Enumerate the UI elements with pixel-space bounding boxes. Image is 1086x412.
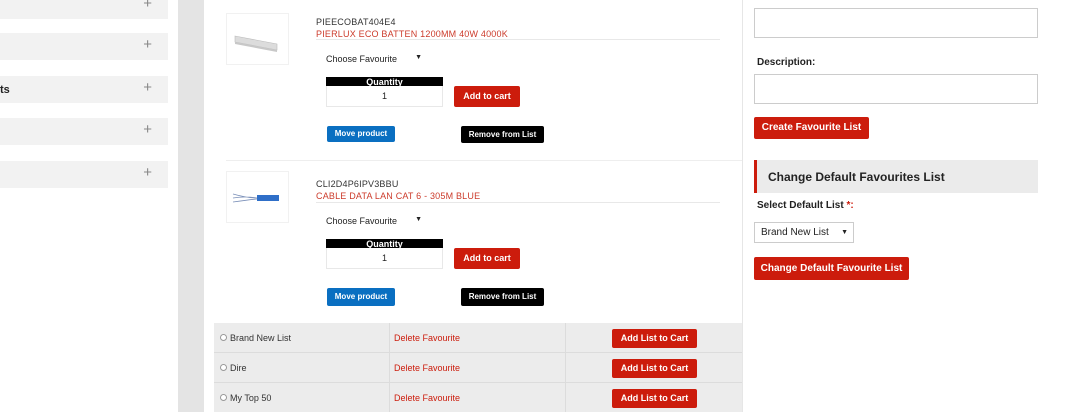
- sidebar-item[interactable]: ts +: [0, 76, 168, 103]
- choose-favourite-select[interactable]: Choose Favourite ▼: [326, 216, 426, 232]
- sidebar-item[interactable]: +: [0, 161, 168, 188]
- list-name: Brand New List: [230, 333, 292, 343]
- description-input[interactable]: [754, 74, 1038, 104]
- delete-favourite-link[interactable]: Delete Favourite: [394, 363, 460, 373]
- table-row: My Top 50 Delete Favourite Add List to C…: [214, 383, 742, 412]
- delete-cell: Delete Favourite: [390, 323, 566, 353]
- list-radio[interactable]: [220, 394, 227, 401]
- batten-light-icon: [234, 35, 278, 52]
- add-list-to-cart-button[interactable]: Add List to Cart: [612, 359, 697, 378]
- list-name: My Top 50: [230, 393, 272, 403]
- expand-plus-icon[interactable]: +: [143, 121, 152, 138]
- choose-favourite-select[interactable]: Choose Favourite ▼: [326, 54, 426, 70]
- choose-favourite-value: Choose Favourite: [326, 54, 398, 64]
- default-list-value: Brand New List: [761, 227, 829, 238]
- sidebar-item[interactable]: +: [0, 0, 168, 19]
- product-sku: PIEECOBAT404E4: [316, 17, 396, 27]
- add-to-cart-button[interactable]: Add to cart: [454, 86, 520, 107]
- product-sku: CLI2D4P6IPV3BBU: [316, 179, 399, 189]
- select-default-label: Select Default List *:: [757, 200, 854, 211]
- add-to-cart-button[interactable]: Add to cart: [454, 248, 520, 269]
- section-title: Change Default Favourites List: [768, 170, 945, 184]
- quantity-header: Quantity: [326, 239, 443, 249]
- quantity-input[interactable]: 1: [326, 248, 443, 269]
- delete-cell: Delete Favourite: [390, 353, 566, 383]
- list-radio[interactable]: [220, 364, 227, 371]
- expand-plus-icon[interactable]: +: [143, 164, 152, 181]
- remove-from-list-button[interactable]: Remove from List: [461, 126, 544, 143]
- list-name-cell: My Top 50: [214, 383, 390, 412]
- sidebar-item[interactable]: +: [0, 118, 168, 145]
- list-name-cell: Brand New List: [214, 323, 390, 353]
- table-row: Dire Delete Favourite Add List to Cart: [214, 353, 742, 383]
- create-favourite-list-button[interactable]: Create Favourite List: [754, 117, 869, 139]
- favourite-product-card: CLI2D4P6IPV3BBU CABLE DATA LAN CAT 6 - 3…: [214, 161, 742, 323]
- select-default-label-text: Select Default List: [757, 200, 844, 211]
- change-default-section-header: Change Default Favourites List: [754, 160, 1038, 193]
- add-list-to-cart-button[interactable]: Add List to Cart: [612, 329, 697, 348]
- list-radio[interactable]: [220, 334, 227, 341]
- move-product-button[interactable]: Move product: [327, 126, 395, 142]
- quantity-input[interactable]: 1: [326, 86, 443, 107]
- cable-reel-icon: [232, 193, 279, 203]
- favourite-product-card: PIEECOBAT404E4 PIERLUX ECO BATTEN 1200MM…: [214, 0, 742, 160]
- sidebar-item-label: ts: [0, 84, 10, 96]
- product-thumbnail[interactable]: [226, 13, 289, 65]
- delete-favourite-link[interactable]: Delete Favourite: [394, 393, 460, 403]
- product-thumbnail[interactable]: [226, 171, 289, 223]
- category-sidebar: + + ts + + +: [0, 0, 168, 412]
- expand-plus-icon[interactable]: +: [143, 36, 152, 53]
- quantity-header: Quantity: [326, 77, 443, 87]
- favourite-list-name-input[interactable]: [754, 8, 1038, 38]
- table-row: Brand New List Delete Favourite Add List…: [214, 323, 742, 353]
- description-label: Description:: [757, 57, 816, 68]
- choose-favourite-value: Choose Favourite: [326, 216, 398, 226]
- list-name: Dire: [230, 363, 247, 373]
- product-name-link[interactable]: PIERLUX ECO BATTEN 1200MM 40W 4000K: [316, 29, 508, 39]
- add-list-to-cart-button[interactable]: Add List to Cart: [612, 389, 697, 408]
- change-default-favourite-list-button[interactable]: Change Default Favourite List: [754, 257, 909, 280]
- move-product-button[interactable]: Move product: [327, 288, 395, 306]
- dropdown-arrow-icon: ▼: [415, 54, 422, 61]
- remove-from-list-button[interactable]: Remove from List: [461, 288, 544, 306]
- delete-favourite-link[interactable]: Delete Favourite: [394, 333, 460, 343]
- expand-plus-icon[interactable]: +: [143, 79, 152, 96]
- list-name-cell: Dire: [214, 353, 390, 383]
- divider: [316, 202, 720, 203]
- sidebar-item[interactable]: +: [0, 33, 168, 60]
- delete-cell: Delete Favourite: [390, 383, 566, 412]
- required-mark: *:: [846, 200, 854, 211]
- product-name-link[interactable]: CABLE DATA LAN CAT 6 - 305M BLUE: [316, 191, 480, 201]
- default-list-select[interactable]: Brand New List ▼: [754, 222, 854, 243]
- dropdown-arrow-icon: ▼: [841, 229, 848, 236]
- content-gutter: [178, 0, 204, 412]
- expand-plus-icon[interactable]: +: [143, 0, 152, 12]
- divider: [316, 39, 720, 40]
- divider: [742, 0, 743, 412]
- dropdown-arrow-icon: ▼: [415, 216, 422, 223]
